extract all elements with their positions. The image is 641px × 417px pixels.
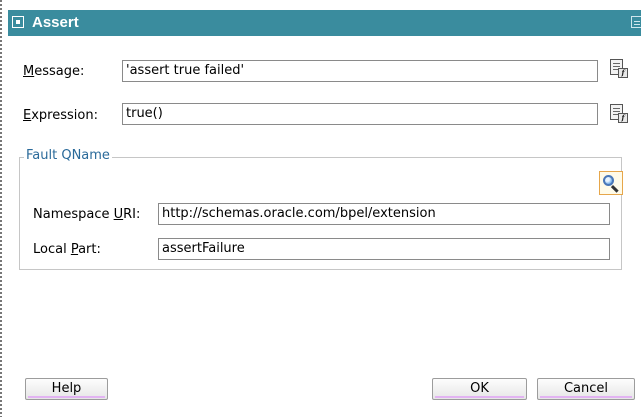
namespace-label-mnemonic: U (113, 207, 124, 222)
cancel-button[interactable]: Cancel (537, 378, 635, 400)
expression-field[interactable]: true() (122, 103, 598, 125)
expression-builder-icon[interactable]: f (610, 104, 628, 124)
message-label-mnemonic: M (23, 64, 35, 79)
maximize-icon[interactable] (631, 16, 641, 28)
function-icon: f (618, 68, 628, 78)
local-part-label-mnemonic: P (70, 242, 79, 257)
window-icon[interactable] (12, 16, 24, 28)
expression-label-text: xpression: (31, 108, 98, 123)
dialog-title: Assert (32, 14, 79, 31)
top-edge (0, 0, 641, 2)
function-icon: f (618, 113, 628, 123)
message-label-text: essage: (34, 64, 85, 79)
fault-qname-title: Fault QName (24, 148, 112, 163)
local-part-field[interactable]: assertFailure (158, 238, 610, 260)
message-label: Message: (23, 64, 84, 79)
namespace-label-post: RI: (123, 207, 141, 222)
namespace-uri-label: Namespace URI: (33, 207, 140, 222)
dotted-left-edge (0, 0, 2, 417)
help-button[interactable]: Help (25, 378, 108, 400)
local-part-label-post: art: (78, 242, 101, 257)
namespace-uri-field[interactable]: http://schemas.oracle.com/bpel/extension (158, 203, 610, 225)
local-part-label-pre: Local (33, 242, 71, 257)
ok-button[interactable]: OK (432, 378, 527, 400)
message-expression-builder-icon[interactable]: f (610, 59, 628, 79)
expression-label-mnemonic: E (23, 108, 32, 123)
expression-label: Expression: (23, 108, 98, 123)
search-button[interactable] (599, 171, 623, 195)
assert-dialog: Assert Message: 'assert true failed' f E… (0, 0, 641, 417)
local-part-label: Local Part: (33, 242, 101, 257)
search-icon-handle (610, 185, 619, 193)
title-bar[interactable]: Assert (8, 10, 641, 36)
namespace-label-pre: Namespace (33, 207, 114, 222)
message-field[interactable]: 'assert true failed' (122, 60, 598, 82)
